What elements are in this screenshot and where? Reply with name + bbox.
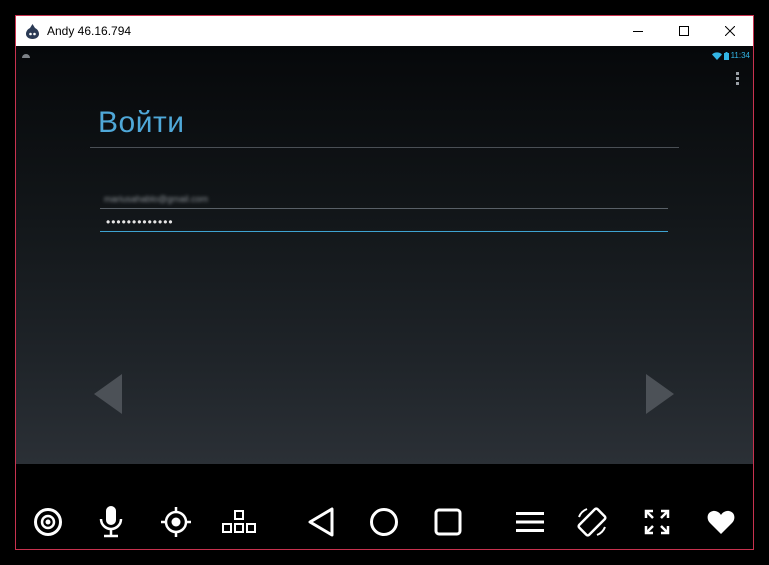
overflow-menu-icon[interactable] (736, 72, 739, 87)
emulator-window: Andy 46.16.794 11:34 Войти mariusahablo@… (15, 15, 754, 550)
close-button[interactable] (707, 16, 753, 46)
camera-icon (34, 508, 62, 536)
camera-button[interactable] (30, 504, 66, 540)
home-icon (370, 508, 398, 536)
minimize-icon (633, 31, 643, 32)
rotate-icon (577, 507, 607, 537)
battery-icon (723, 51, 729, 60)
page-title: Войти (98, 106, 185, 139)
title-divider (90, 147, 679, 148)
keymap-icon (222, 510, 256, 533)
fullscreen-button[interactable] (639, 504, 675, 540)
back-icon (308, 507, 334, 537)
maximize-icon (679, 26, 689, 36)
password-field[interactable]: ••••••••••••• (100, 214, 668, 232)
status-bar: 11:34 (711, 51, 750, 60)
microphone-button[interactable] (93, 504, 129, 540)
menu-button[interactable] (512, 504, 548, 540)
back-button[interactable] (303, 504, 339, 540)
location-icon (161, 507, 191, 537)
recents-icon (434, 508, 462, 536)
keymap-button[interactable] (221, 504, 257, 540)
location-button[interactable] (158, 504, 194, 540)
close-icon (725, 26, 735, 36)
recents-button[interactable] (430, 504, 466, 540)
previous-arrow-icon[interactable] (94, 374, 124, 414)
title-bar[interactable]: Andy 46.16.794 (16, 16, 753, 46)
minimize-button[interactable] (615, 16, 661, 46)
email-value: mariusahablo@gmail.com (104, 194, 209, 204)
password-value: ••••••••••••• (106, 215, 174, 229)
maximize-button[interactable] (661, 16, 707, 46)
next-arrow-icon[interactable] (644, 374, 674, 414)
microphone-icon (99, 506, 123, 538)
wifi-icon (711, 51, 722, 60)
email-field[interactable]: mariusahablo@gmail.com (100, 194, 668, 209)
fullscreen-icon (644, 509, 670, 535)
window-title: Andy 46.16.794 (47, 24, 132, 38)
menu-icon (516, 512, 544, 532)
favorite-button[interactable] (703, 504, 739, 540)
andy-logo-icon (26, 24, 39, 39)
status-time: 11:34 (730, 51, 750, 60)
emulator-toolbar (16, 464, 753, 549)
favorite-icon (707, 510, 735, 534)
rotate-button[interactable] (574, 504, 610, 540)
home-button[interactable] (366, 504, 402, 540)
android-debug-icon (22, 54, 30, 58)
